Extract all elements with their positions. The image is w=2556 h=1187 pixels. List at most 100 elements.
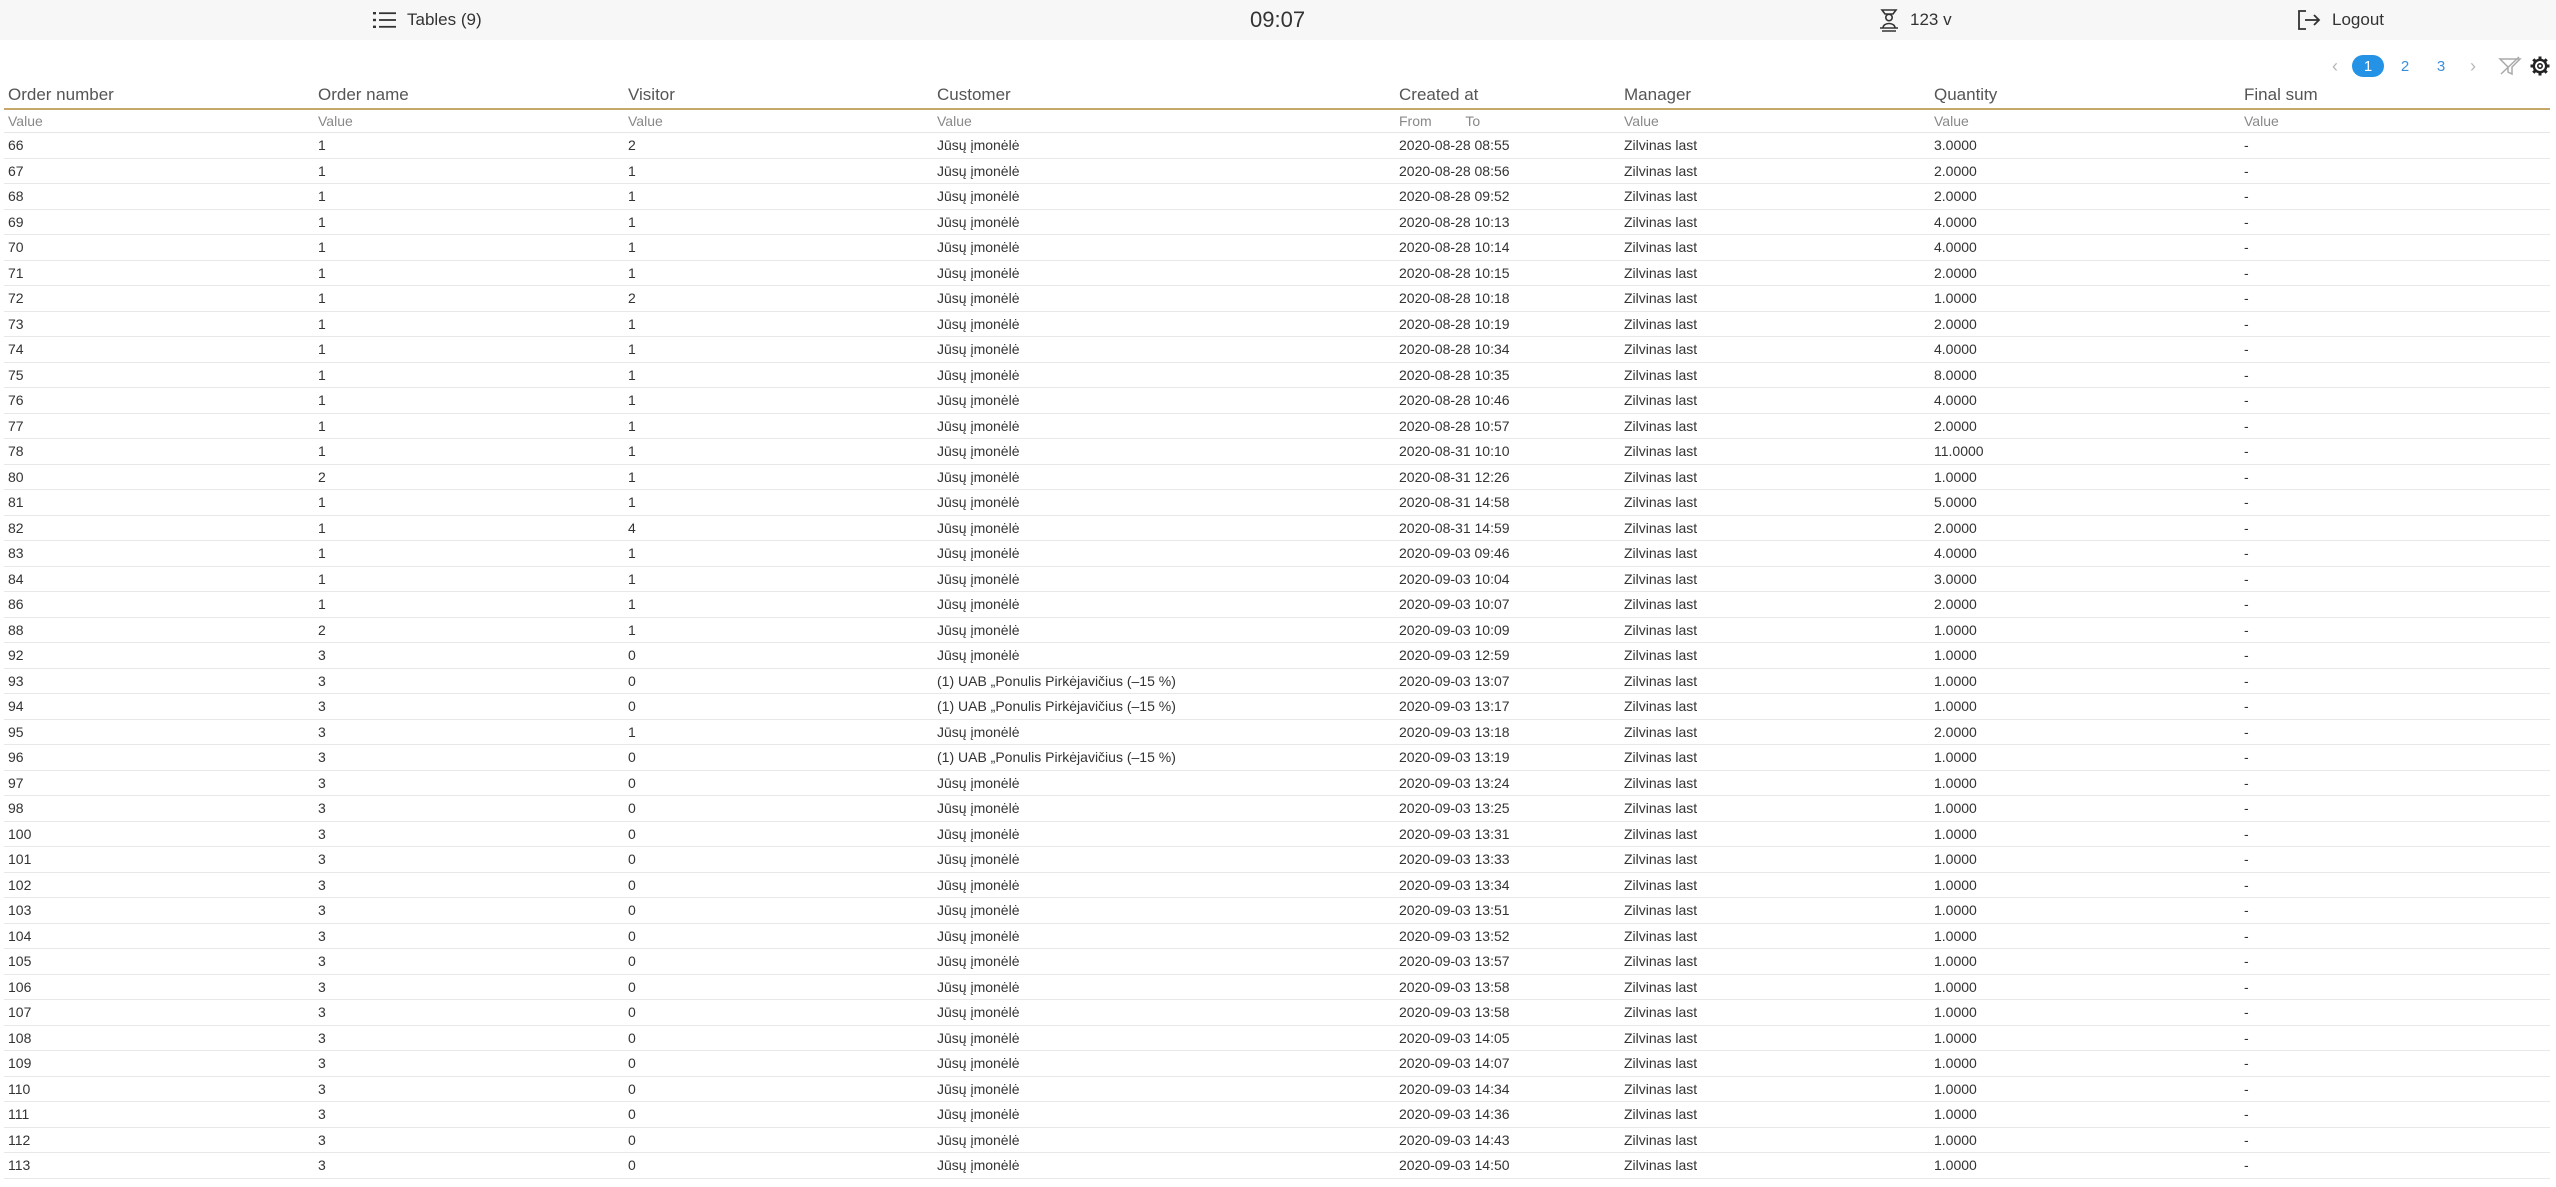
- table-row[interactable]: 108 3 0 Jūsų įmonėlė 2020-09-03 14:05 Zilvina…: [4, 1025, 2550, 1051]
- table-row[interactable]: 69 1 1 Jūsų įmonėlė 2020-08-28 10:13 Zilvinas…: [4, 209, 2550, 235]
- cell-visitor: 1: [624, 489, 933, 516]
- cell-final-sum: -: [2240, 1025, 2550, 1051]
- cell-customer: Jūsų įmonėlė: [933, 489, 1395, 516]
- table-row[interactable]: 72 1 2 Jūsų įmonėlė 2020-08-28 10:18 Zilvinas…: [4, 285, 2550, 312]
- table-row[interactable]: 98 3 0 Jūsų įmonėlė 2020-09-03 13:25 Zilvinas…: [4, 795, 2550, 822]
- page-3-button[interactable]: 3: [2426, 55, 2456, 77]
- cell-visitor: 4: [624, 515, 933, 541]
- filter-order-number[interactable]: Value: [4, 109, 314, 133]
- col-visitor[interactable]: Visitor: [624, 82, 933, 110]
- col-customer[interactable]: Customer: [933, 82, 1395, 110]
- table-row[interactable]: 104 3 0 Jūsų įmonėlė 2020-09-03 13:52 Zilvina…: [4, 923, 2550, 949]
- user-menu[interactable]: 123 v: [1878, 0, 1952, 40]
- table-row[interactable]: 66 1 2 Jūsų įmonėlė 2020-08-28 08:55 Zilvinas…: [4, 132, 2550, 159]
- filter-order-name[interactable]: Value: [314, 109, 624, 133]
- table-row[interactable]: 88 2 1 Jūsų įmonėlė 2020-09-03 10:09 Zilvinas…: [4, 617, 2550, 643]
- filter-customer[interactable]: Value: [933, 109, 1395, 133]
- cell-final-sum: -: [2240, 693, 2550, 720]
- table-row[interactable]: 102 3 0 Jūsų įmonėlė 2020-09-03 13:34 Zilvina…: [4, 872, 2550, 898]
- cell-manager: Zilvinas last: [1620, 974, 1930, 1000]
- logout-button[interactable]: Logout: [2296, 0, 2384, 40]
- cell-quantity: 1.0000: [1930, 846, 2240, 873]
- tables-button[interactable]: Tables (9): [373, 0, 482, 40]
- filter-visitor[interactable]: Value: [624, 109, 933, 133]
- cell-manager: Zilvinas last: [1620, 285, 1930, 312]
- cell-created-at: 2020-09-03 13:17: [1395, 693, 1620, 720]
- cell-final-sum: -: [2240, 311, 2550, 337]
- table-row[interactable]: 77 1 1 Jūsų įmonėlė 2020-08-28 10:57 Zilvinas…: [4, 413, 2550, 439]
- cell-customer: Jūsų įmonėlė: [933, 234, 1395, 261]
- table-row[interactable]: 107 3 0 Jūsų įmonėlė 2020-09-03 13:58 Zilvina…: [4, 999, 2550, 1026]
- col-final-sum[interactable]: Final sum: [2240, 82, 2550, 110]
- page-1-button[interactable]: 1: [2352, 55, 2384, 77]
- table-row[interactable]: 96 3 0 (1) UAB „Ponulis Pirkėjavičius (–15 …: [4, 744, 2550, 771]
- table-row[interactable]: 97 3 0 Jūsų įmonėlė 2020-09-03 13:24 Zilvinas…: [4, 770, 2550, 796]
- cell-order-name: 3: [314, 923, 624, 949]
- filter-manager[interactable]: Value: [1620, 109, 1930, 133]
- table-row[interactable]: 75 1 1 Jūsų įmonėlė 2020-08-28 10:35 Zilvinas…: [4, 362, 2550, 388]
- table-row[interactable]: 105 3 0 Jūsų įmonėlė 2020-09-03 13:57 Zilvina…: [4, 948, 2550, 975]
- table-row[interactable]: 68 1 1 Jūsų įmonėlė 2020-08-28 09:52 Zilvinas…: [4, 183, 2550, 210]
- filter-created-from[interactable]: From: [1399, 113, 1432, 129]
- filter-quantity[interactable]: Value: [1930, 109, 2240, 133]
- col-quantity[interactable]: Quantity: [1930, 82, 2240, 110]
- table-row[interactable]: 113 3 0 Jūsų įmonėlė 2020-09-03 14:50 Zilvina…: [4, 1152, 2550, 1179]
- col-order-name[interactable]: Order name: [314, 82, 624, 110]
- table-row[interactable]: 109 3 0 Jūsų įmonėlė 2020-09-03 14:07 Zilvina…: [4, 1050, 2550, 1077]
- table-row[interactable]: 80 2 1 Jūsų įmonėlė 2020-08-31 12:26 Zilvinas…: [4, 464, 2550, 490]
- cell-created-at: 2020-09-03 14:50: [1395, 1152, 1620, 1179]
- cell-customer: Jūsų įmonėlė: [933, 821, 1395, 847]
- cell-quantity: 1.0000: [1930, 795, 2240, 822]
- cell-customer: Jūsų įmonėlė: [933, 974, 1395, 1000]
- table-row[interactable]: 106 3 0 Jūsų įmonėlė 2020-09-03 13:58 Zilvina…: [4, 974, 2550, 1000]
- cell-visitor: 1: [624, 336, 933, 363]
- cell-order-name: 1: [314, 285, 624, 312]
- settings-button[interactable]: [2530, 56, 2550, 76]
- table-row[interactable]: 76 1 1 Jūsų įmonėlė 2020-08-28 10:46 Zilvinas…: [4, 387, 2550, 414]
- cell-quantity: 2.0000: [1930, 158, 2240, 184]
- table-row[interactable]: 67 1 1 Jūsų įmonėlė 2020-08-28 08:56 Zilvinas…: [4, 158, 2550, 184]
- table-row[interactable]: 103 3 0 Jūsų įmonėlė 2020-09-03 13:51 Zilvina…: [4, 897, 2550, 924]
- cell-quantity: 8.0000: [1930, 362, 2240, 388]
- table-row[interactable]: 92 3 0 Jūsų įmonėlė 2020-09-03 12:59 Zilvinas…: [4, 642, 2550, 669]
- cell-visitor: 1: [624, 260, 933, 286]
- page-2-button[interactable]: 2: [2390, 55, 2420, 77]
- table-row[interactable]: 84 1 1 Jūsų įmonėlė 2020-09-03 10:04 Zilvinas…: [4, 566, 2550, 592]
- table-row[interactable]: 93 3 0 (1) UAB „Ponulis Pirkėjavičius (–15 …: [4, 668, 2550, 694]
- cell-manager: Zilvinas last: [1620, 413, 1930, 439]
- clear-filter-button[interactable]: [2498, 56, 2522, 76]
- table-row[interactable]: 70 1 1 Jūsų įmonėlė 2020-08-28 10:14 Zilvinas…: [4, 234, 2550, 261]
- table-row[interactable]: 100 3 0 Jūsų įmonėlė 2020-09-03 13:31 Zilvina…: [4, 821, 2550, 847]
- prev-page-button[interactable]: ‹: [2324, 55, 2346, 77]
- cell-created-at: 2020-09-03 10:04: [1395, 566, 1620, 592]
- filter-created-to[interactable]: To: [1465, 113, 1480, 129]
- cell-final-sum: -: [2240, 464, 2550, 490]
- table-row[interactable]: 71 1 1 Jūsų įmonėlė 2020-08-28 10:15 Zilvinas…: [4, 260, 2550, 286]
- cell-customer: Jūsų įmonėlė: [933, 770, 1395, 796]
- filter-final-sum[interactable]: Value: [2240, 109, 2550, 133]
- table-row[interactable]: 81 1 1 Jūsų įmonėlė 2020-08-31 14:58 Zilvinas…: [4, 489, 2550, 516]
- cell-final-sum: -: [2240, 1127, 2550, 1153]
- table-row[interactable]: 74 1 1 Jūsų įmonėlė 2020-08-28 10:34 Zilvinas…: [4, 336, 2550, 363]
- table-row[interactable]: 86 1 1 Jūsų įmonėlė 2020-09-03 10:07 Zilvinas…: [4, 591, 2550, 618]
- col-order-number[interactable]: Order number: [4, 82, 314, 110]
- next-page-button[interactable]: ›: [2462, 55, 2484, 77]
- cell-created-at: 2020-09-03 14:43: [1395, 1127, 1620, 1153]
- cell-order-name: 1: [314, 132, 624, 159]
- cell-created-at: 2020-09-03 09:46: [1395, 540, 1620, 567]
- table-row[interactable]: 95 3 1 Jūsų įmonėlė 2020-09-03 13:18 Zilvinas…: [4, 719, 2550, 745]
- col-created-at[interactable]: Created at: [1395, 82, 1620, 110]
- table-row[interactable]: 73 1 1 Jūsų įmonėlė 2020-08-28 10:19 Zilvinas…: [4, 311, 2550, 337]
- table-row[interactable]: 111 3 0 Jūsų įmonėlė 2020-09-03 14:36 Zilvina…: [4, 1101, 2550, 1128]
- table-row[interactable]: 112 3 0 Jūsų įmonėlė 2020-09-03 14:43 Zilvina…: [4, 1127, 2550, 1153]
- cell-order-name: 2: [314, 464, 624, 490]
- cell-final-sum: -: [2240, 438, 2550, 465]
- table-row[interactable]: 78 1 1 Jūsų įmonėlė 2020-08-31 10:10 Zilvinas…: [4, 438, 2550, 465]
- col-manager[interactable]: Manager: [1620, 82, 1930, 110]
- table-row[interactable]: 101 3 0 Jūsų įmonėlė 2020-09-03 13:33 Zilvina…: [4, 846, 2550, 873]
- cell-final-sum: -: [2240, 795, 2550, 822]
- table-row[interactable]: 110 3 0 Jūsų įmonėlė 2020-09-03 14:34 Zilvina…: [4, 1076, 2550, 1102]
- table-row[interactable]: 83 1 1 Jūsų įmonėlė 2020-09-03 09:46 Zilvinas…: [4, 540, 2550, 567]
- table-row[interactable]: 94 3 0 (1) UAB „Ponulis Pirkėjavičius (–15 …: [4, 693, 2550, 720]
- table-row[interactable]: 82 1 4 Jūsų įmonėlė 2020-08-31 14:59 Zilvinas…: [4, 515, 2550, 541]
